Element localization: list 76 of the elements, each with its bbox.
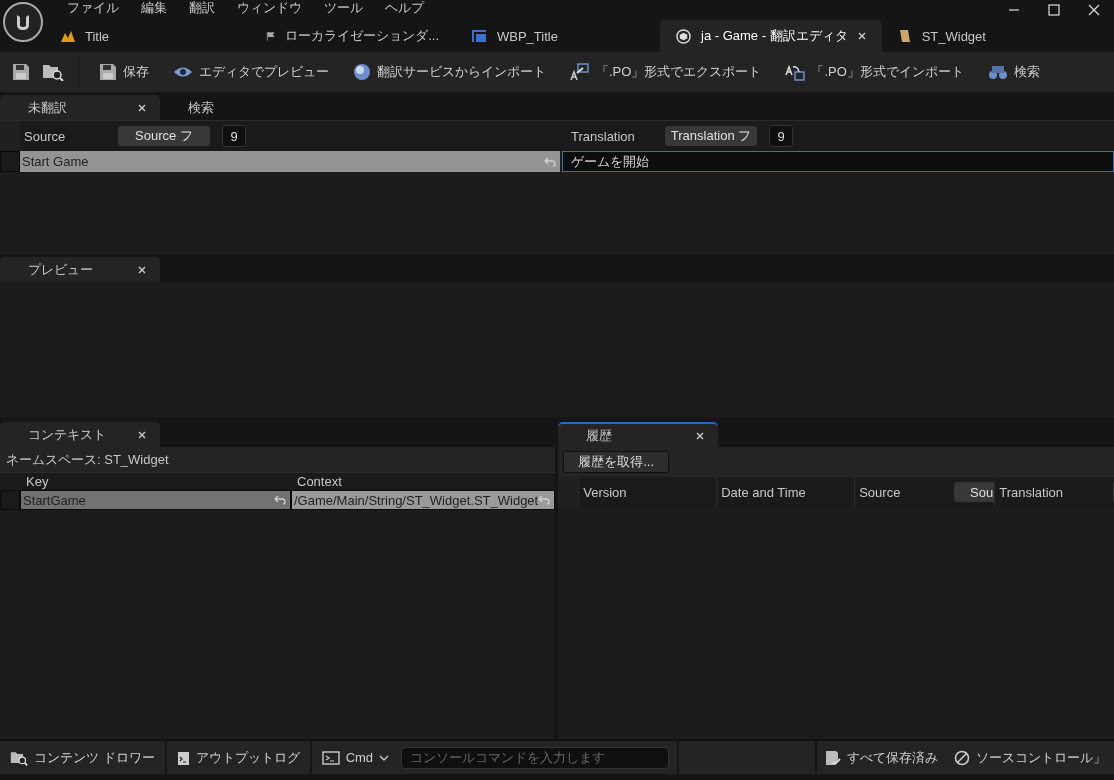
- revert-icon[interactable]: [274, 495, 286, 505]
- panel-tab[interactable]: コンテキスト: [0, 422, 160, 447]
- document-tab[interactable]: ja - Game - 翻訳エディタ: [660, 20, 882, 52]
- close-icon[interactable]: [138, 265, 146, 274]
- globe-icon: [353, 63, 371, 81]
- document-tab[interactable]: ローカライゼーションダ...: [250, 20, 455, 52]
- chevron-down-icon: [379, 754, 390, 761]
- save-check-icon: [825, 749, 841, 766]
- panel-tab[interactable]: 未翻訳: [0, 95, 160, 120]
- log-icon: [176, 749, 190, 766]
- get-history-button[interactable]: 履歴を取得...: [563, 451, 670, 473]
- console-input[interactable]: コンソールコマンドを入力します: [401, 746, 670, 769]
- export-icon: [570, 63, 590, 81]
- eye-icon: [173, 66, 193, 78]
- translation-field[interactable]: ゲームを開始: [562, 151, 1114, 172]
- import-icon: [785, 63, 806, 81]
- document-tab[interactable]: WBP_Title: [455, 20, 660, 52]
- menu-item[interactable]: ウィンドウ: [229, 0, 316, 21]
- flag-icon: [266, 29, 276, 43]
- toolbar-button[interactable]: 「.PO」形式でエクスポート: [558, 52, 774, 92]
- filter-button[interactable]: Sou: [954, 482, 995, 502]
- cube-icon: [676, 28, 691, 44]
- widget-icon: [471, 29, 487, 43]
- maximize-icon[interactable]: [1048, 4, 1060, 16]
- scroll-icon: [897, 29, 912, 43]
- panel-tab[interactable]: 検索: [160, 95, 320, 120]
- save-icon: [99, 63, 117, 81]
- namespace-label: ネームスペース: ST_Widget: [0, 447, 556, 472]
- logo-icon[interactable]: [3, 2, 43, 42]
- column-header: Key: [25, 473, 50, 490]
- toolbar-button[interactable]: 「.PO」形式でインポート: [773, 52, 976, 92]
- toolbar-button[interactable]: 検索: [975, 52, 1052, 92]
- column-header: Source: [859, 484, 901, 500]
- document-tab[interactable]: ST_Widget: [881, 20, 1002, 52]
- toolbar-button[interactable]: エディタでプレビュー: [161, 52, 341, 92]
- folder-search-icon: [10, 749, 28, 766]
- filter-button[interactable]: Translation フ: [665, 126, 757, 146]
- close-icon[interactable]: [696, 431, 705, 440]
- row-handle[interactable]: [0, 490, 20, 510]
- panel-tab[interactable]: プレビュー: [0, 257, 160, 282]
- source-cell[interactable]: Start Game: [20, 151, 560, 172]
- count-badge: 9: [222, 125, 246, 147]
- column-header: Date and Time: [721, 484, 806, 500]
- status-button[interactable]: ソースコントロール」: [946, 748, 1114, 767]
- column-header: Translation: [999, 484, 1064, 500]
- save-icon: [12, 63, 30, 81]
- column-header: Translation: [571, 128, 636, 144]
- row-handle[interactable]: [0, 151, 20, 172]
- menu-item[interactable]: ヘルプ: [377, 0, 438, 21]
- close-icon[interactable]: [1088, 4, 1100, 16]
- close-icon[interactable]: [138, 103, 146, 112]
- folder-search-icon: [42, 63, 64, 81]
- column-header: Version: [583, 484, 627, 500]
- context-cell[interactable]: /Game/Main/String/ST_Widget.ST_Widget: [291, 490, 556, 510]
- column-header: Source: [24, 128, 67, 144]
- toolbar-button[interactable]: 翻訳サービスからインポート: [341, 52, 558, 92]
- toolbar-button[interactable]: 保存: [87, 52, 161, 92]
- binoculars-icon: [987, 64, 1008, 80]
- menu-item[interactable]: 翻訳: [181, 0, 229, 21]
- close-icon[interactable]: [857, 32, 866, 40]
- blocked-icon: [954, 749, 970, 766]
- filter-button[interactable]: Source フ: [118, 126, 210, 146]
- status-button[interactable]: アウトプットログ: [166, 741, 312, 774]
- status-button[interactable]: すべて保存済み: [817, 748, 946, 767]
- panel-tab[interactable]: 履歴: [558, 422, 719, 447]
- menu-item[interactable]: 編集: [133, 0, 181, 21]
- document-tab[interactable]: Title: [45, 20, 250, 52]
- close-icon[interactable]: [138, 430, 146, 439]
- column-header: Context: [296, 473, 343, 490]
- status-button[interactable]: コンテンツ ドロワー: [0, 741, 167, 774]
- menu-item[interactable]: ファイル: [59, 0, 133, 21]
- mountain-icon: [61, 30, 75, 42]
- count-badge: 9: [769, 125, 793, 147]
- terminal-icon: [321, 750, 340, 765]
- menu-item[interactable]: ツール: [316, 0, 377, 21]
- cmd-dropdown[interactable]: Cmd: [311, 741, 400, 774]
